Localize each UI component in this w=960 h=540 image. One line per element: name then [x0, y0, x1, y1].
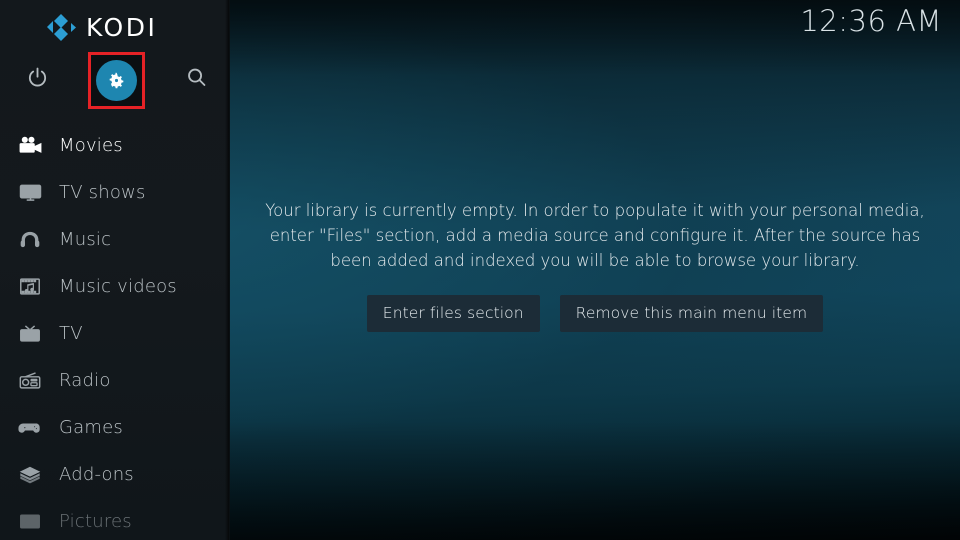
sidebar-toolbar	[0, 52, 230, 109]
clock: 12:36 AM	[800, 4, 942, 38]
sidebar-item-tv[interactable]: TV	[0, 310, 230, 357]
brand-name: KODI	[86, 12, 158, 42]
settings-button[interactable]	[88, 52, 145, 109]
enter-files-section-button[interactable]: Enter files section	[366, 295, 540, 332]
sidebar-item-label: Movies	[59, 135, 123, 156]
film-note-icon	[10, 277, 50, 296]
sidebar-item-games[interactable]: Games	[0, 404, 230, 451]
sidebar-item-label: TV shows	[59, 182, 146, 203]
sidebar-item-label: Games	[59, 417, 123, 438]
sidebar-item-label: Radio	[59, 370, 111, 391]
kodi-logo-icon	[40, 12, 76, 42]
sidebar-item-tv-shows[interactable]: TV shows	[0, 169, 230, 216]
search-button[interactable]	[178, 60, 214, 98]
search-icon	[185, 66, 208, 93]
power-button[interactable]	[20, 60, 54, 98]
sidebar-item-movies[interactable]: Movies	[0, 122, 230, 169]
gear-icon	[96, 60, 137, 101]
sidebar-item-music[interactable]: Music	[0, 216, 230, 263]
sidebar-item-add-ons[interactable]: Add-ons	[0, 451, 230, 498]
empty-library-message: Your library is currently empty. In orde…	[265, 201, 925, 270]
television-icon	[10, 183, 50, 202]
sidebar-item-radio[interactable]: Radio	[0, 357, 230, 404]
movie-camera-icon	[10, 136, 50, 155]
sidebar-item-music-videos[interactable]: Music videos	[0, 263, 230, 310]
brand: KODI	[40, 12, 157, 42]
sidebar-item-label: TV	[59, 323, 83, 344]
gamepad-icon	[10, 418, 50, 437]
kodi-home-screen: 12:36 AM KODI Movies TV shows Music Musi…	[0, 0, 960, 540]
radio-icon	[10, 371, 50, 390]
sidebar-item-pictures[interactable]: Pictures	[0, 498, 230, 540]
headphones-icon	[10, 230, 50, 249]
sidebar: KODI Movies TV shows Music Music videos …	[0, 0, 230, 540]
crt-tv-icon	[10, 324, 50, 343]
sidebar-item-label: Music	[59, 229, 112, 250]
main-content: Your library is currently empty. In orde…	[230, 0, 960, 540]
action-buttons: Enter files section Remove this main men…	[366, 295, 824, 332]
sidebar-item-label: Pictures	[59, 511, 132, 532]
remove-main-menu-item-button[interactable]: Remove this main menu item	[559, 295, 824, 332]
sidebar-item-label: Add-ons	[59, 464, 134, 485]
power-icon	[26, 66, 49, 93]
sidebar-item-label: Music videos	[59, 276, 177, 297]
addon-box-icon	[10, 465, 50, 484]
sidebar-menu: Movies TV shows Music Music videos TV Ra…	[0, 122, 230, 540]
picture-icon	[10, 512, 50, 531]
